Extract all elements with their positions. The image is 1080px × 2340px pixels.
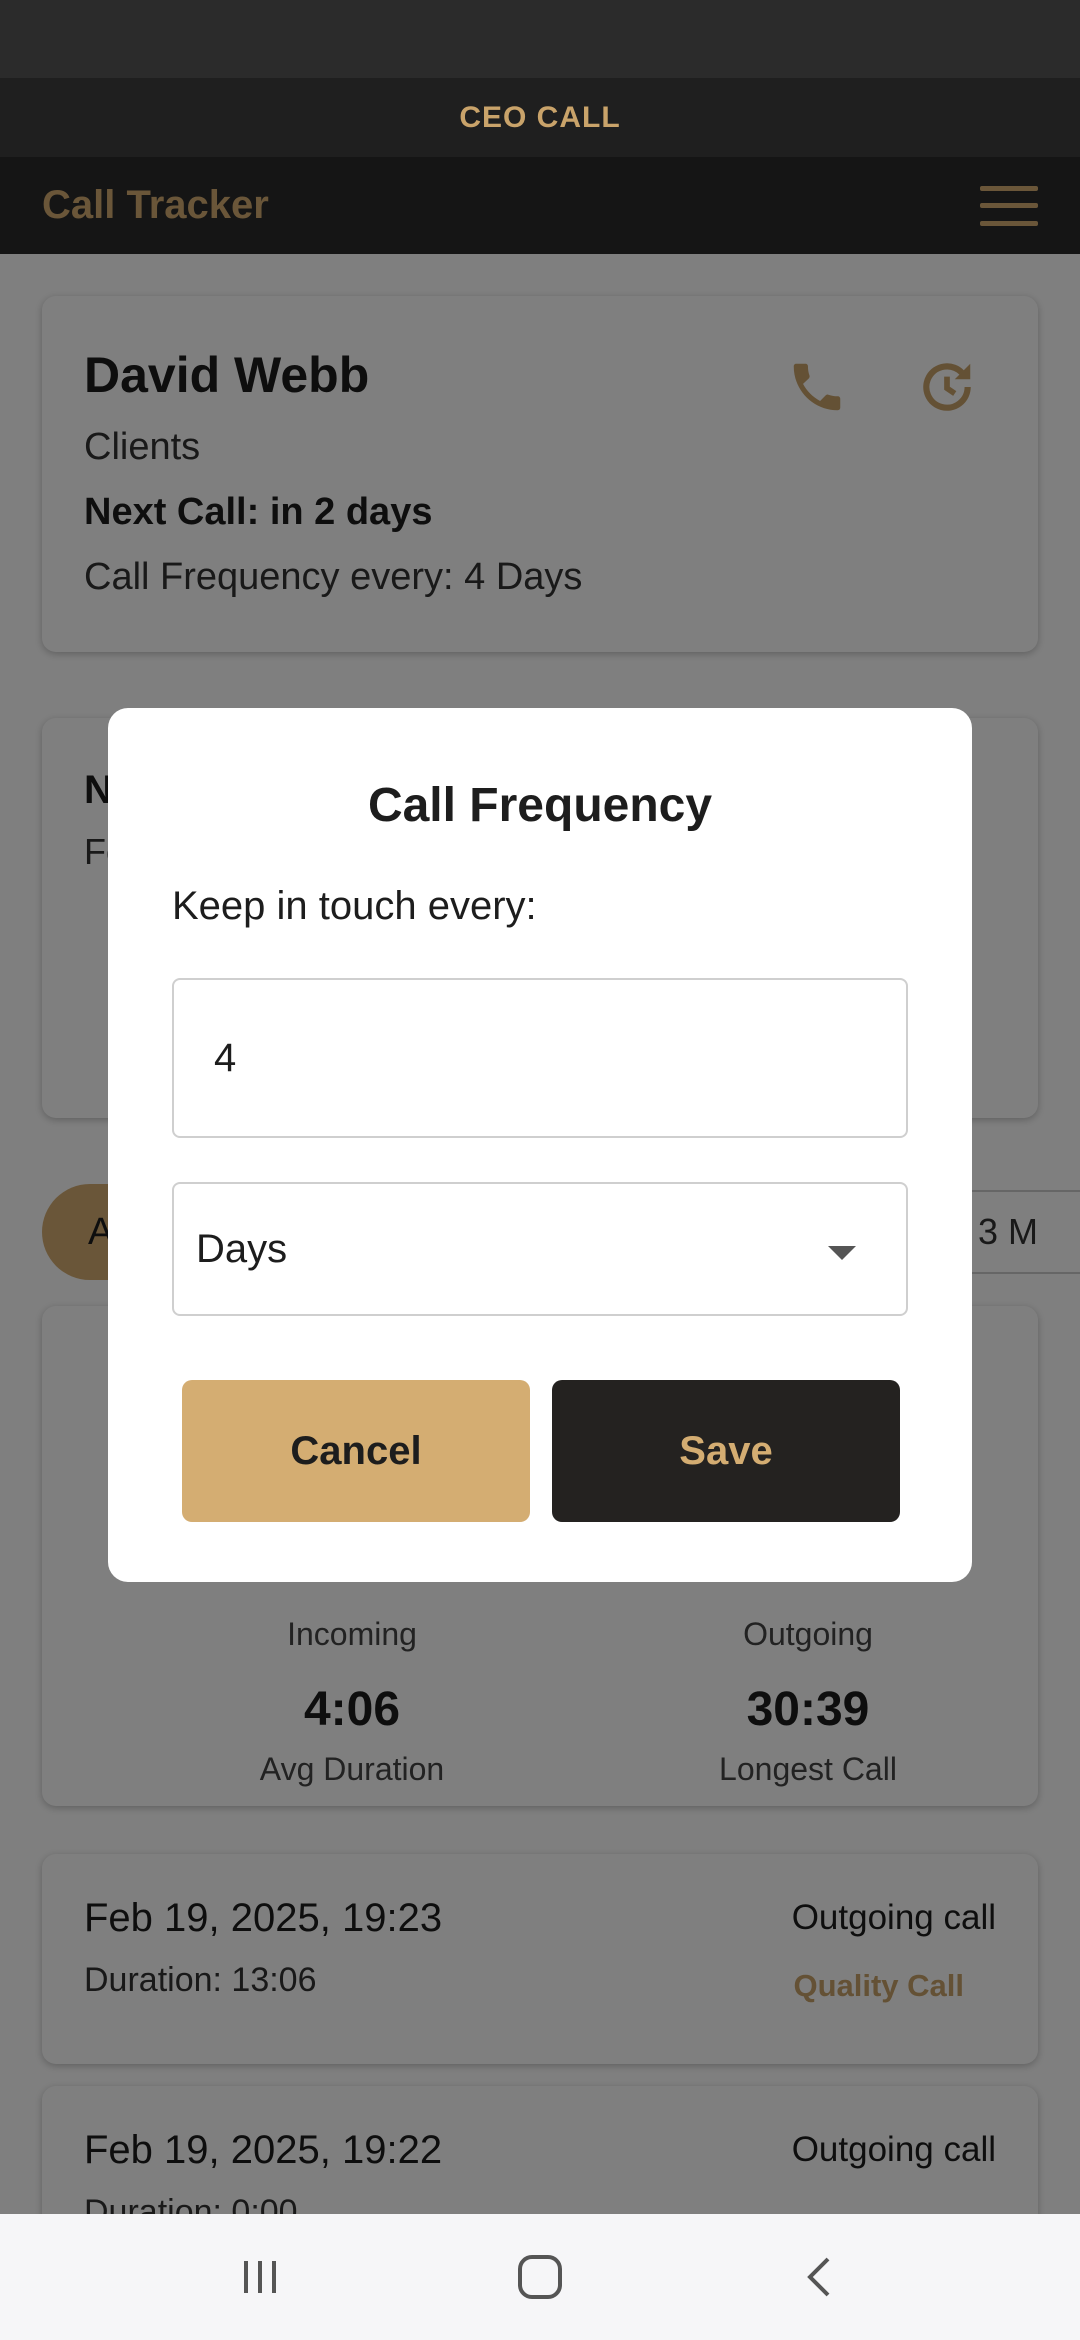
cancel-button[interactable]: Cancel [182, 1380, 530, 1522]
caret-down-icon [828, 1246, 856, 1260]
status-bar [0, 0, 1080, 78]
back-icon[interactable] [780, 2237, 860, 2317]
frequency-unit-value: Days [196, 1226, 288, 1271]
save-button[interactable]: Save [552, 1380, 900, 1522]
call-frequency-dialog: Call Frequency Keep in touch every: Days… [108, 708, 972, 1582]
frequency-unit-select[interactable]: Days [172, 1182, 908, 1316]
system-nav-bar [0, 2214, 1080, 2340]
home-icon[interactable] [500, 2237, 580, 2317]
dialog-title: Call Frequency [367, 779, 713, 832]
frequency-number-input[interactable] [172, 978, 908, 1138]
keep-in-touch-label: Keep in touch every: [172, 884, 537, 928]
banner-text: CEO CALL [459, 100, 621, 134]
recent-apps-icon[interactable] [220, 2237, 300, 2317]
ceo-call-banner[interactable]: CEO CALL [0, 78, 1080, 157]
